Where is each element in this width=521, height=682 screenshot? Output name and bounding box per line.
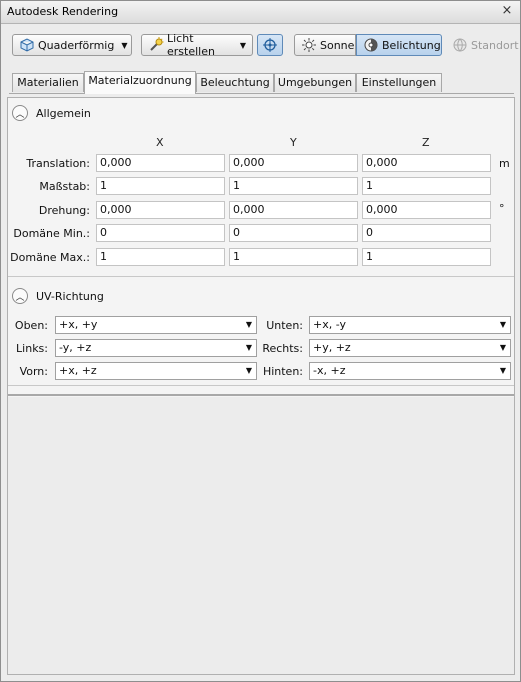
mapping-type-dropdown[interactable]: Quaderförmig ▼ xyxy=(12,34,132,56)
chevron-down-icon: ▼ xyxy=(245,320,252,329)
uv-right-select[interactable]: +y, +z ▼ xyxy=(309,339,511,357)
uv-bottom-value: +x, -y xyxy=(313,318,347,331)
domain-min-z-field[interactable]: 0 xyxy=(362,224,491,242)
translation-unit: m xyxy=(499,157,510,170)
autodesk-rendering-window: Autodesk Rendering × Quaderförmig ▼ Lich… xyxy=(0,0,521,682)
location-label: Standort xyxy=(471,38,519,52)
window-title: Autodesk Rendering xyxy=(7,5,119,18)
axis-x-label: X xyxy=(156,136,164,149)
translation-label: Translation: xyxy=(26,157,90,170)
sun-button[interactable]: Sonne xyxy=(294,34,356,56)
location-button[interactable]: Standort xyxy=(445,34,519,56)
chevron-down-icon: ▼ xyxy=(239,40,246,50)
tab-einstellungen[interactable]: Einstellungen xyxy=(356,73,442,92)
create-light-button[interactable]: Licht erstellen ▼ xyxy=(141,32,253,58)
translation-z-field[interactable]: 0,000 xyxy=(362,154,491,172)
chevron-down-icon: ▼ xyxy=(245,343,252,352)
rotation-unit: ° xyxy=(499,202,505,215)
translation-y-field[interactable]: 0,000 xyxy=(229,154,358,172)
chevron-down-icon: ▼ xyxy=(499,366,506,375)
crosshair-target-icon xyxy=(262,37,278,53)
axis-z-label: Z xyxy=(422,136,430,149)
uv-front-label: Vorn: xyxy=(19,365,48,378)
chevron-down-icon: ▼ xyxy=(121,40,128,50)
uv-right-value: +y, +z xyxy=(313,341,351,354)
panel-divider xyxy=(8,394,514,396)
chevron-down-icon: ▼ xyxy=(499,320,506,329)
uv-section-title: UV-Richtung xyxy=(36,289,104,303)
uv-left-label: Links: xyxy=(16,342,48,355)
uv-top-select[interactable]: +x, +y ▼ xyxy=(55,316,257,334)
uv-back-label: Hinten: xyxy=(262,365,303,378)
domain-min-x-field[interactable]: 0 xyxy=(96,224,225,242)
chevron-up-icon[interactable]: ︿ xyxy=(12,105,28,121)
tab-beleuchtung[interactable]: Beleuchtung xyxy=(196,73,274,92)
section-divider xyxy=(8,385,514,386)
sun-label: Sonne xyxy=(320,38,355,52)
domain-max-z-field[interactable]: 1 xyxy=(362,248,491,266)
light-icon xyxy=(148,37,164,53)
scale-y-field[interactable]: 1 xyxy=(229,177,358,195)
title-bar: Autodesk Rendering × xyxy=(1,1,520,24)
uv-right-label: Rechts: xyxy=(262,342,303,355)
scale-x-field[interactable]: 1 xyxy=(96,177,225,195)
uv-section-header[interactable]: ︿ UV-Richtung xyxy=(12,286,104,306)
general-section-title: Allgemein xyxy=(36,106,91,120)
uv-top-value: +x, +y xyxy=(59,318,98,331)
scale-z-field[interactable]: 1 xyxy=(362,177,491,195)
uv-bottom-select[interactable]: +x, -y ▼ xyxy=(309,316,511,334)
domain-min-label: Domäne Min.: xyxy=(13,227,90,240)
uv-left-select[interactable]: -y, +z ▼ xyxy=(55,339,257,357)
chevron-down-icon: ▼ xyxy=(245,366,252,375)
domain-max-y-field[interactable]: 1 xyxy=(229,248,358,266)
exposure-icon xyxy=(363,37,379,53)
translation-x-field[interactable]: 0,000 xyxy=(96,154,225,172)
rotation-y-field[interactable]: 0,000 xyxy=(229,201,358,219)
close-icon[interactable]: × xyxy=(500,3,514,19)
empty-panel-area xyxy=(8,397,514,674)
uv-bottom-label: Unten: xyxy=(266,319,303,332)
box-mapping-icon xyxy=(19,37,35,53)
scale-label: Maßstab: xyxy=(39,180,90,193)
rotation-label: Drehung: xyxy=(38,204,90,217)
tab-bar: Materialien Materialzuordnung Beleuchtun… xyxy=(9,71,514,94)
sun-icon xyxy=(301,37,317,53)
create-light-label: Licht erstellen xyxy=(167,32,215,58)
uv-top-label: Oben: xyxy=(14,319,48,332)
toolbar: Quaderförmig ▼ Licht erstellen ▼ Sonne B… xyxy=(1,24,520,68)
exposure-button[interactable]: Belichtung xyxy=(356,34,442,56)
rotation-x-field[interactable]: 0,000 xyxy=(96,201,225,219)
uv-back-value: -x, +z xyxy=(313,364,346,377)
uv-front-select[interactable]: +x, +z ▼ xyxy=(55,362,257,380)
globe-icon xyxy=(452,37,468,53)
tab-umgebungen[interactable]: Umgebungen xyxy=(274,73,356,92)
domain-min-y-field[interactable]: 0 xyxy=(229,224,358,242)
uv-back-select[interactable]: -x, +z ▼ xyxy=(309,362,511,380)
tab-materialzuordnung[interactable]: Materialzuordnung xyxy=(84,71,196,94)
mapping-type-label: Quaderförmig xyxy=(38,38,115,52)
uv-left-value: -y, +z xyxy=(59,341,92,354)
chevron-up-icon[interactable]: ︿ xyxy=(12,288,28,304)
chevron-down-icon: ▼ xyxy=(499,343,506,352)
target-light-button[interactable] xyxy=(257,34,283,56)
general-section-header[interactable]: ︿ Allgemein xyxy=(12,103,91,123)
rotation-z-field[interactable]: 0,000 xyxy=(362,201,491,219)
material-mapping-panel: ︿ Allgemein X Y Z Translation: 0,000 0,0… xyxy=(7,97,515,675)
tab-materialien[interactable]: Materialien xyxy=(12,73,84,92)
domain-max-label: Domäne Max.: xyxy=(10,251,90,264)
domain-max-x-field[interactable]: 1 xyxy=(96,248,225,266)
section-divider xyxy=(8,276,514,277)
exposure-label: Belichtung xyxy=(382,38,441,52)
uv-front-value: +x, +z xyxy=(59,364,97,377)
axis-y-label: Y xyxy=(290,136,297,149)
